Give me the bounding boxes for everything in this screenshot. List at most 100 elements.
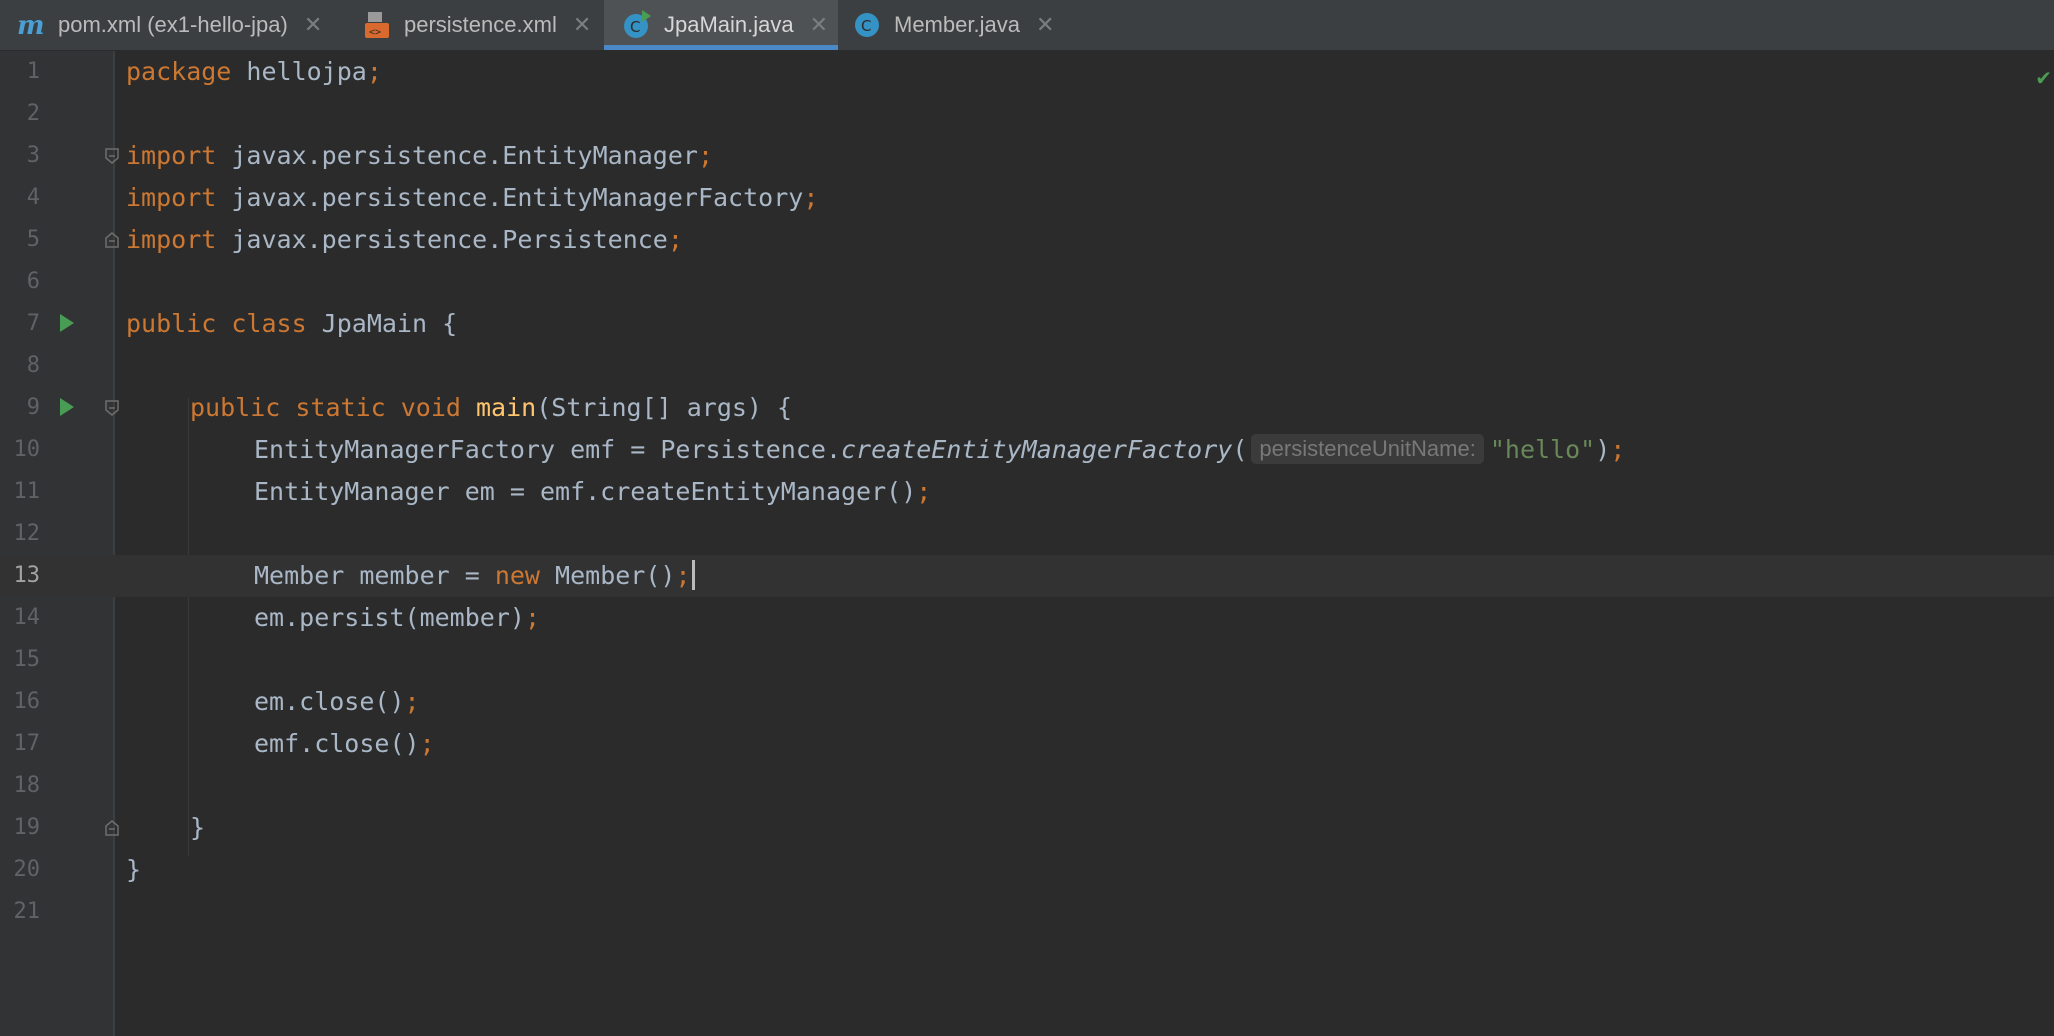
semicolon: ;	[404, 687, 420, 716]
code-text: (String[] args) {	[536, 393, 793, 422]
keyword: new	[494, 561, 540, 590]
code-line[interactable]: 20 }	[0, 849, 2054, 891]
code-line[interactable]: 1 package hellojpa;	[0, 51, 2054, 93]
code-text: javax.persistence.EntityManagerFactory	[216, 183, 804, 212]
semicolon: ;	[916, 477, 932, 506]
tab-persistence-xml[interactable]: <> persistence.xml ✕	[362, 0, 591, 50]
text-caret	[691, 560, 695, 590]
code-text: emf.close()	[254, 729, 420, 758]
line-number: 18	[13, 773, 41, 798]
semicolon: ;	[667, 225, 683, 254]
semicolon: ;	[1610, 435, 1626, 464]
method-name: main	[476, 393, 537, 422]
line-number: 17	[13, 731, 41, 756]
close-icon[interactable]: ✕	[304, 12, 322, 38]
parameter-hint: persistenceUnitName:	[1251, 434, 1484, 464]
code-text: javax.persistence.Persistence	[216, 225, 668, 254]
code-line[interactable]: 3 import javax.persistence.EntityManager…	[0, 135, 2054, 177]
java-class-run-icon: C	[622, 10, 652, 40]
code-line[interactable]: 15	[0, 639, 2054, 681]
line-number: 2	[26, 101, 40, 126]
code-text: javax.persistence.EntityManager	[216, 141, 698, 170]
code-text: Member member =	[254, 561, 495, 590]
code-text: EntityManagerFactory emf = Persistence.	[254, 435, 841, 464]
code-line[interactable]: 11 EntityManager em = emf.createEntityMa…	[0, 471, 2054, 513]
code-line[interactable]: 2	[0, 93, 2054, 135]
code-line[interactable]: 14 em.persist(member);	[0, 597, 2054, 639]
code-text: )	[1595, 435, 1611, 464]
line-number: 13	[13, 563, 41, 588]
run-class-icon[interactable]	[60, 314, 74, 332]
line-number: 7	[26, 311, 40, 336]
code-text: Member()	[539, 561, 676, 590]
code-text: em.close()	[254, 687, 405, 716]
string-literal: "hello"	[1489, 435, 1596, 464]
code-line[interactable]: 21	[0, 891, 2054, 933]
code-editor[interactable]: ✔ 1 package hellojpa; 2 3 import javax.p…	[0, 51, 2054, 1036]
line-number: 16	[13, 689, 41, 714]
tab-label: JpaMain.java	[664, 12, 794, 37]
code-line[interactable]: 7 public class JpaMain {	[0, 303, 2054, 345]
static-method-name: createEntityManagerFactory	[841, 435, 1233, 464]
close-icon[interactable]: ✕	[810, 12, 828, 38]
tab-label: Member.java	[894, 12, 1020, 37]
run-main-icon[interactable]	[60, 398, 74, 416]
line-number: 6	[26, 269, 40, 294]
code-line[interactable]: 4 import javax.persistence.EntityManager…	[0, 177, 2054, 219]
xml-file-icon: <>	[362, 10, 392, 40]
svg-text:C: C	[630, 18, 640, 36]
semicolon: ;	[419, 729, 435, 758]
line-number: 11	[13, 479, 41, 504]
code-line[interactable]: 5 import javax.persistence.Persistence;	[0, 219, 2054, 261]
code-text: JpaMain {	[306, 309, 458, 338]
keyword: package	[126, 57, 232, 86]
line-number: 9	[26, 395, 40, 420]
line-number: 5	[26, 227, 40, 252]
keyword: import	[126, 141, 217, 170]
tab-member-java[interactable]: C Member.java ✕	[852, 0, 1054, 50]
tab-label: pom.xml (ex1-hello-jpa)	[58, 12, 288, 37]
fold-expand-icon[interactable]	[105, 820, 119, 836]
editor-tab-bar: m pom.xml (ex1-hello-jpa) ✕ <> persisten…	[0, 0, 2054, 51]
code-line[interactable]: 17 emf.close();	[0, 723, 2054, 765]
current-code-line[interactable]: 13 Member member = new Member();	[0, 555, 2054, 597]
keyword: import	[126, 225, 217, 254]
code-text: }	[190, 813, 206, 842]
close-icon[interactable]: ✕	[573, 12, 591, 38]
code-line[interactable]: 12	[0, 513, 2054, 555]
semicolon: ;	[697, 141, 714, 170]
line-number: 15	[13, 647, 41, 672]
close-icon[interactable]: ✕	[1036, 12, 1054, 38]
code-line[interactable]: 6	[0, 261, 2054, 303]
code-line[interactable]: 19 }	[0, 807, 2054, 849]
tab-pom-xml[interactable]: m pom.xml (ex1-hello-jpa) ✕	[16, 0, 322, 50]
semicolon: ;	[366, 57, 382, 86]
code-text: }	[126, 855, 142, 884]
code-line[interactable]: 10 EntityManagerFactory emf = Persistenc…	[0, 429, 2054, 471]
semicolon: ;	[675, 561, 691, 590]
svg-text:C: C	[861, 17, 871, 35]
line-number: 4	[26, 185, 40, 210]
code-line[interactable]: 9 public static void main(String[] args)…	[0, 387, 2054, 429]
line-number: 10	[13, 437, 41, 462]
svg-text:<>: <>	[369, 27, 381, 38]
line-number: 14	[13, 605, 41, 630]
code-text: hellojpa	[231, 57, 367, 86]
line-number: 12	[13, 521, 41, 546]
keyword: import	[126, 183, 217, 212]
code-line[interactable]: 18	[0, 765, 2054, 807]
svg-text:m: m	[17, 11, 45, 40]
line-number: 21	[13, 899, 41, 924]
tab-label: persistence.xml	[404, 12, 557, 37]
code-line[interactable]: 8	[0, 345, 2054, 387]
fold-expand-icon[interactable]	[105, 232, 119, 248]
tab-jpamain-java[interactable]: C JpaMain.java ✕	[604, 0, 838, 50]
keyword: public static void	[190, 393, 461, 422]
line-number: 19	[13, 815, 41, 840]
code-line[interactable]: 16 em.close();	[0, 681, 2054, 723]
semicolon: ;	[524, 603, 540, 632]
line-number: 1	[26, 59, 40, 84]
fold-collapse-icon[interactable]	[105, 148, 119, 164]
fold-collapse-icon[interactable]	[105, 400, 119, 416]
line-number: 8	[26, 353, 40, 378]
